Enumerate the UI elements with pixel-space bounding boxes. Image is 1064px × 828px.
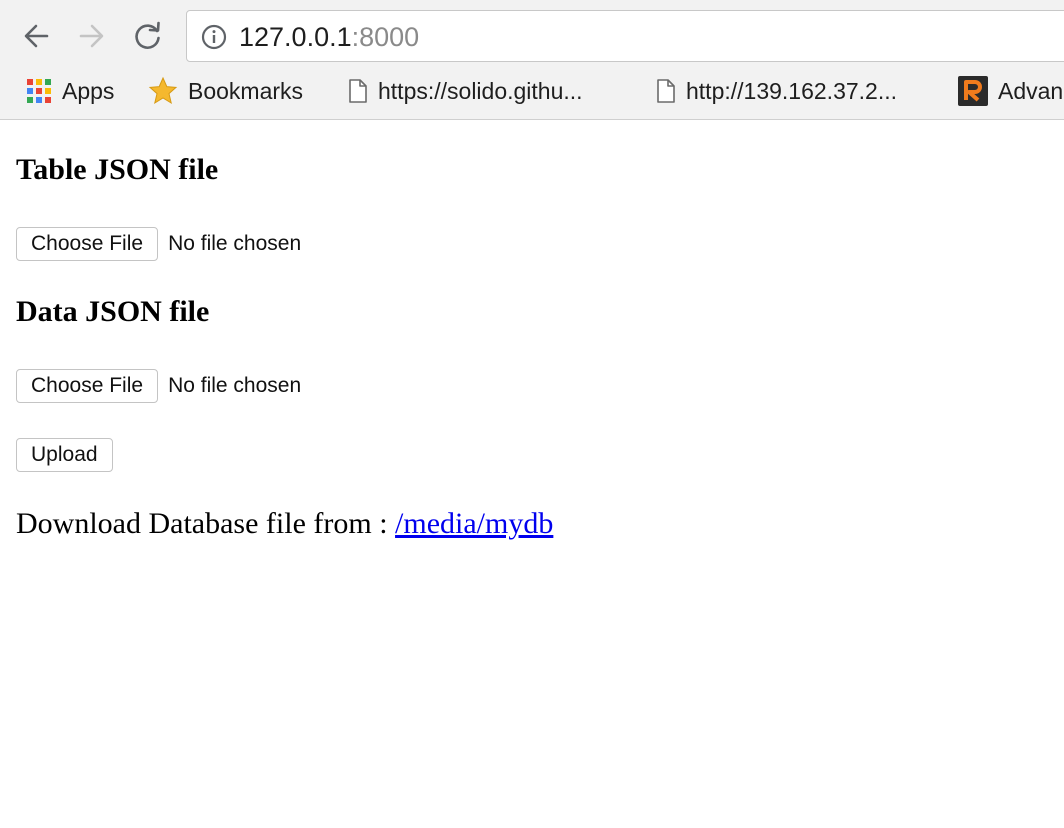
data-file-input[interactable]: Choose File No file chosen	[16, 369, 301, 403]
star-icon	[148, 76, 178, 106]
upload-button[interactable]: Upload	[16, 438, 113, 472]
download-line: Download Database file from : /media/myd…	[16, 506, 553, 542]
download-link[interactable]: /media/mydb	[395, 507, 553, 540]
address-bar[interactable]: 127.0.0.1:8000	[186, 10, 1064, 62]
page-icon	[656, 78, 676, 104]
table-file-status: No file chosen	[168, 232, 302, 255]
bookmark-label: Apps	[62, 77, 115, 104]
bookmark-solido[interactable]: https://solido.githu...	[348, 72, 583, 110]
bookmark-folder-bookmarks[interactable]: Bookmarks	[148, 72, 303, 110]
bookmark-label: Advan	[998, 77, 1064, 104]
back-arrow-icon	[24, 24, 49, 48]
url-text[interactable]: 127.0.0.1:8000	[239, 21, 419, 53]
table-choose-file-button[interactable]: Choose File	[16, 227, 159, 261]
upload-row: Upload	[16, 438, 113, 472]
bookmark-apps[interactable]: Apps	[26, 72, 114, 110]
table-file-input[interactable]: Choose File No file chosen	[16, 227, 301, 261]
url-port: :8000	[351, 22, 420, 52]
apps-grid-icon	[26, 78, 52, 104]
forward-button[interactable]	[72, 16, 112, 56]
reload-icon	[135, 21, 160, 49]
browser-chrome: 127.0.0.1:8000 Apps Bookmarks https://so…	[0, 0, 1064, 120]
data-file-status: No file chosen	[168, 374, 302, 397]
data-json-heading: Data JSON file	[16, 295, 210, 328]
bookmark-label: https://solido.githu...	[378, 77, 583, 104]
table-json-heading: Table JSON file	[16, 153, 219, 186]
data-choose-file-button[interactable]: Choose File	[16, 369, 159, 403]
bookmark-ip[interactable]: http://139.162.37.2...	[656, 72, 897, 110]
forward-arrow-icon	[79, 24, 104, 48]
reload-button[interactable]	[128, 16, 168, 56]
page-icon	[348, 78, 368, 104]
bookmark-label: http://139.162.37.2...	[686, 77, 897, 104]
bookmark-advan[interactable]: Advan	[958, 72, 1063, 110]
r-logo-icon	[958, 76, 988, 106]
url-host: 127.0.0.1	[239, 22, 352, 52]
info-icon[interactable]	[201, 24, 227, 50]
bookmark-label: Bookmarks	[188, 77, 304, 104]
download-text: Download Database file from :	[16, 507, 388, 540]
back-button[interactable]	[16, 16, 56, 56]
